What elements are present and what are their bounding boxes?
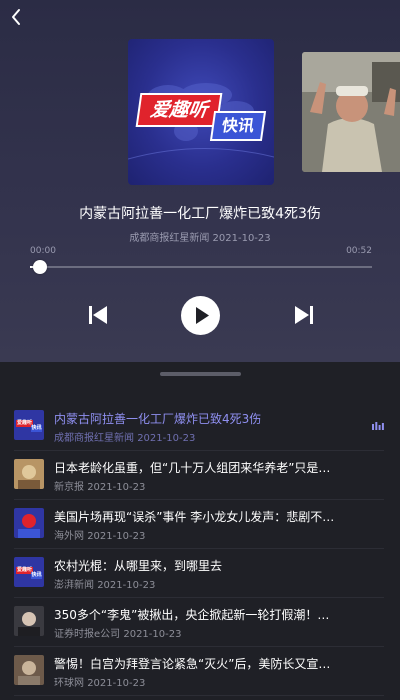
playlist-item-title: 内蒙古阿拉善一化工厂爆炸已致4死3伤 <box>54 412 262 426</box>
album-cover: 爱趣听 快讯 <box>128 39 274 185</box>
playlist: 爱趣听 快讯 内蒙古阿拉善一化工厂爆炸已致4死3伤 成都商报红星新闻 2021-10-… <box>0 402 400 696</box>
time-current: 00:00 <box>30 246 56 256</box>
playlist-item[interactable]: 爱趣听 快讯 内蒙古阿拉善一化工厂爆炸已致4死3伤 成都商报红星新闻 2021-10-… <box>14 402 384 451</box>
playlist-item-date: 2021-10-23 <box>87 531 146 542</box>
playlist-item-date: 2021-10-23 <box>123 629 182 640</box>
playlist-item-title: 美国片场再现“误杀”事件 李小龙女儿发声：悲剧不… <box>54 510 335 524</box>
playlist-item[interactable]: 350多个“李鬼”被揪出，央企掀起新一轮打假潮！… 证券时报e公司 2021-10… <box>14 598 384 647</box>
playlist-item-title: 350多个“李鬼”被揪出，央企掀起新一轮打假潮！… <box>54 608 330 622</box>
playlist-item-source: 澎湃新闻 <box>54 580 94 591</box>
playlist-item-source: 成都商报红星新闻 <box>54 433 134 444</box>
playlist-item-meta: 澎湃新闻 2021-10-23 <box>54 576 155 591</box>
playlist-item-thumbnail <box>14 655 44 685</box>
playlist-item-meta: 新京报 2021-10-23 <box>54 478 145 493</box>
playlist-item-meta: 成都商报红星新闻 2021-10-23 <box>54 429 195 444</box>
playlist-item-date: 2021-10-23 <box>137 433 196 444</box>
playlist-item-meta: 环球网 2021-10-23 <box>54 674 145 689</box>
playlist-item-title: 农村光棍：从哪里来，到哪里去 <box>54 559 223 573</box>
skip-previous-icon[interactable] <box>86 303 110 327</box>
playlist-item-source: 证券时报e公司 <box>54 629 121 640</box>
equalizer-icon <box>372 422 384 430</box>
play-button[interactable] <box>181 296 220 335</box>
playlist-item-thumbnail: 爱趣听 快讯 <box>14 410 44 440</box>
chevron-left-icon[interactable] <box>6 6 28 28</box>
playlist-item[interactable]: 美国片场再现“误杀”事件 李小龙女儿发声：悲剧不… 海外网 2021-10-23 <box>14 500 384 549</box>
playlist-item-meta: 证券时报e公司 2021-10-23 <box>54 625 181 640</box>
playlist-item-source: 新京报 <box>54 482 84 493</box>
track-title: 内蒙古阿拉善一化工厂爆炸已致4死3伤 <box>79 206 321 222</box>
next-cover-photo <box>302 52 400 172</box>
playlist-item-thumbnail <box>14 508 44 538</box>
play-icon <box>196 307 209 324</box>
track-source-date: 成都商报红星新闻 2021-10-23 <box>129 233 271 244</box>
playlist-item-thumbnail: 爱趣听 快讯 <box>14 557 44 587</box>
playlist-item-meta: 海外网 2021-10-23 <box>54 527 145 542</box>
playlist-item[interactable]: 爱趣听 快讯 农村光棍：从哪里来，到哪里去 澎湃新闻 2021-10-23 <box>14 549 384 598</box>
playlist-item-thumbnail <box>14 606 44 636</box>
playlist-item-source: 海外网 <box>54 531 84 542</box>
playlist-item-thumbnail <box>14 459 44 489</box>
playlist-item-date: 2021-10-23 <box>87 482 146 493</box>
cover-brand-red: 爱趣听 <box>137 95 221 125</box>
playlist-item[interactable]: 日本老龄化虽重，但“几十万人组团来华养老”只是… 新京报 2021-10-23 <box>14 451 384 500</box>
playlist-item-date: 2021-10-23 <box>87 678 146 689</box>
progress-knob[interactable] <box>33 260 48 274</box>
time-total: 00:52 <box>346 246 372 256</box>
playlist-item-date: 2021-10-23 <box>97 580 156 591</box>
playlist-item-source: 环球网 <box>54 678 84 689</box>
cover-brand-blue: 快讯 <box>212 113 264 139</box>
playlist-item-title: 警惕！白宫为拜登言论紧急“灭火”后，美防长又宣… <box>54 657 331 671</box>
playlist-item[interactable]: 警惕！白宫为拜登言论紧急“灭火”后，美防长又宣… 环球网 2021-10-23 <box>14 647 384 696</box>
drawer-handle[interactable] <box>160 372 241 376</box>
progress-bar[interactable] <box>30 266 372 268</box>
next-track-cover[interactable] <box>302 52 400 172</box>
playlist-drawer: 爱趣听 快讯 内蒙古阿拉善一化工厂爆炸已致4死3伤 成都商报红星新闻 2021-10-… <box>0 362 400 700</box>
skip-next-icon[interactable] <box>292 303 316 327</box>
playlist-item-title: 日本老龄化虽重，但“几十万人组团来华养老”只是… <box>54 461 331 475</box>
player-panel: 爱趣听 快讯 内蒙古阿拉善一化工厂爆炸已致4死3伤 成都商报红星新闻 2021-… <box>0 0 400 362</box>
